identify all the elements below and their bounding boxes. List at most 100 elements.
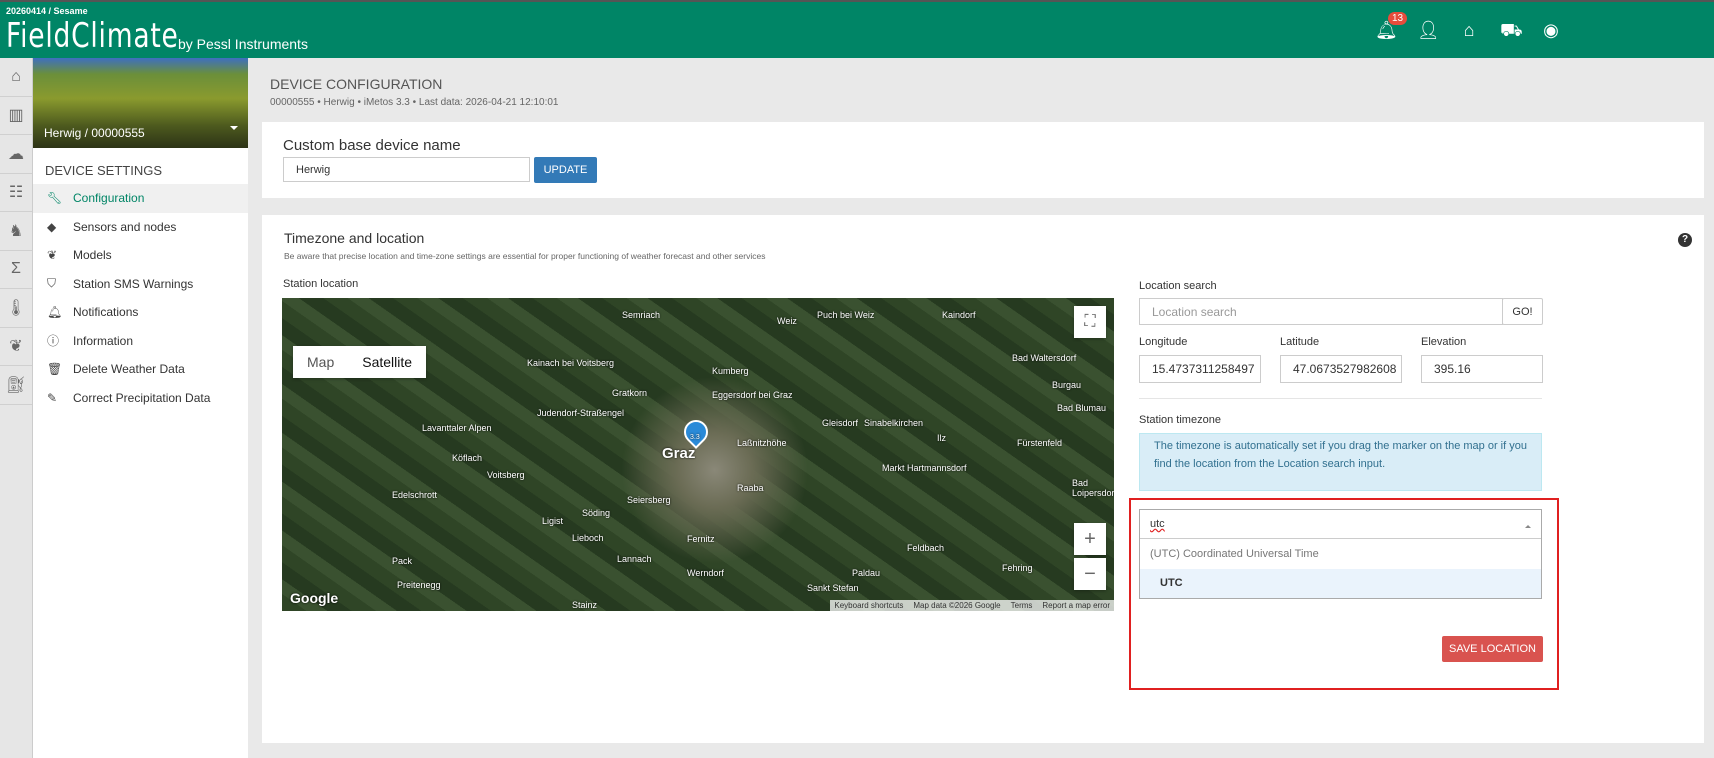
map-place-label: Ilz: [937, 433, 946, 443]
map-place-label: Sankt Stefan: [807, 583, 859, 593]
map-place-label: Lannach: [617, 554, 652, 564]
farm-icon[interactable]: ⌂: [1458, 20, 1480, 42]
help-icon[interactable]: ?: [1678, 233, 1692, 247]
timezone-option-utc[interactable]: UTC: [1140, 569, 1541, 598]
device-name: Herwig / 00000555: [44, 126, 145, 140]
nav-models[interactable]: ❦ Models: [33, 241, 248, 270]
update-button[interactable]: UPDATE: [534, 157, 597, 183]
satellite-tab[interactable]: Satellite: [348, 346, 426, 378]
map-place-label: Burgau: [1052, 380, 1082, 390]
map-place-label: Bad Waltersdorf: [1012, 353, 1077, 363]
longitude-label: Longitude: [1139, 336, 1188, 348]
station-marker[interactable]: [679, 415, 713, 449]
map-place-label: Bad Blumau: [1057, 403, 1107, 413]
latitude-input[interactable]: 47.0673527982608: [1280, 355, 1402, 383]
map-place-label: Seiersberg: [627, 495, 671, 505]
timezone-location-card: Timezone and location Be aware that prec…: [262, 215, 1704, 743]
location-search-input[interactable]: Location search: [1139, 298, 1503, 325]
timezone-label: Station timezone: [1139, 414, 1221, 426]
map-place-label: Kaindorf: [942, 310, 976, 320]
thermometer-icon[interactable]: 🌡︎: [0, 289, 32, 328]
save-location-button[interactable]: SAVE LOCATION: [1442, 636, 1543, 662]
irrigation-icon[interactable]: ⛽︎: [0, 366, 32, 405]
wrench-icon: 🔧︎: [47, 191, 63, 206]
map-place-label: Feldbach: [907, 543, 945, 553]
info-icon: ⓘ: [47, 334, 60, 349]
latitude-label: Latitude: [1280, 336, 1320, 348]
google-logo: Google: [290, 590, 339, 606]
leaf-icon[interactable]: ❦: [0, 328, 32, 366]
home-icon[interactable]: ⌂: [0, 58, 32, 97]
nav-delete-data[interactable]: 🗑︎ Delete Weather Data: [33, 355, 248, 384]
map-place-label: Lavanttaler Alpen: [422, 423, 492, 433]
timezone-search-input[interactable]: utc: [1140, 510, 1541, 539]
map-place-label: Fernitz: [687, 534, 715, 544]
signal-icon[interactable]: ◉: [1540, 20, 1562, 42]
nav-label: Notifications: [73, 305, 139, 320]
nav-label: Delete Weather Data: [73, 362, 185, 377]
map-place-label: Stainz: [572, 600, 598, 610]
map-tab[interactable]: Map: [293, 346, 348, 378]
user-icon[interactable]: 👤︎: [1417, 20, 1440, 42]
trash-icon: 🗑︎: [47, 362, 63, 377]
weather-icon[interactable]: ☁: [0, 135, 32, 174]
map-place-label: Pack: [392, 556, 413, 566]
logo[interactable]: FieldClimate: [6, 16, 179, 56]
nav-notifications[interactable]: 🔔︎ Notifications: [33, 298, 248, 327]
location-search-label: Location search: [1139, 280, 1217, 292]
page-title: DEVICE CONFIGURATION: [270, 76, 443, 92]
nav-label: Station SMS Warnings: [73, 276, 194, 291]
map-place-label: Edelschrott: [392, 490, 438, 500]
map-attribution: Keyboard shortcuts Map data ©2026 Google…: [830, 600, 1114, 611]
icon-rail: ⌂ ▥ ☁ ☷ ♞ Σ 🌡︎ ❦ ⛽︎ ⚙: [0, 58, 1280, 758]
logo-byline: by Pessl Instruments: [178, 36, 308, 52]
keyboard-shortcuts-link[interactable]: Keyboard shortcuts: [834, 601, 903, 610]
nav-configuration[interactable]: 🔧︎ Configuration: [33, 184, 248, 213]
timezone-info-alert: The timezone is automatically set if you…: [1139, 433, 1542, 491]
nav-information[interactable]: ⓘ Information: [33, 327, 248, 356]
nav-correct-precipitation[interactable]: ✎ Correct Precipitation Data: [33, 384, 248, 413]
station-map[interactable]: Map Satellite ⛶ + − 3.3 Google Keyboard …: [282, 298, 1114, 611]
map-place-label: Fürstenfeld: [1017, 438, 1063, 448]
device-sidebar: Herwig / 00000555 DEVICE SETTINGS 🔧︎ Conf…: [33, 58, 248, 758]
map-place-label: Gleisdorf: [822, 418, 859, 428]
pencil-icon: ✎: [47, 390, 58, 405]
report-error-link[interactable]: Report a map error: [1042, 601, 1110, 610]
station-location-label: Station location: [283, 278, 359, 290]
map-place-label: Kainach bei Voitsberg: [527, 358, 615, 368]
map-place-label: Sinabelkirchen: [864, 418, 924, 428]
bell-icon: 🔔︎: [47, 305, 63, 320]
map-place-label: Raaba: [737, 483, 764, 493]
timezone-select[interactable]: utc (UTC) Coordinated Universal Time UTC: [1139, 509, 1542, 599]
crop-icon[interactable]: ☷: [0, 174, 32, 212]
tractor-icon[interactable]: ⛟: [1500, 20, 1523, 42]
fullscreen-icon[interactable]: ⛶: [1074, 306, 1106, 338]
caret-up-icon: [1525, 522, 1531, 528]
go-button[interactable]: GO!: [1502, 298, 1543, 325]
longitude-input[interactable]: 15.4737311258497: [1139, 355, 1261, 383]
shield-icon: ⛉: [47, 276, 57, 291]
map-place-label: Gratkorn: [612, 388, 648, 398]
device-name-input[interactable]: Herwig: [283, 157, 530, 182]
animal-icon[interactable]: ♞: [0, 212, 32, 251]
zoom-in-button[interactable]: +: [1074, 523, 1106, 555]
map-place-label: Paldau: [852, 568, 881, 578]
divider: [1139, 398, 1542, 399]
chart-icon[interactable]: ▥: [0, 97, 32, 135]
map-place-label: Judendorf-Straßengel: [537, 408, 625, 418]
elevation-input[interactable]: 395.16: [1421, 355, 1543, 383]
device-name-card: Custom base device name Herwig UPDATE: [262, 122, 1704, 198]
card-title: Timezone and location: [284, 230, 425, 246]
sum-icon[interactable]: Σ: [0, 251, 32, 289]
card-note: Be aware that precise location and time-…: [284, 251, 766, 261]
map-place-label: Weiz: [777, 316, 797, 326]
nav-sensors[interactable]: ◆ Sensors and nodes: [33, 213, 248, 242]
device-selector[interactable]: Herwig / 00000555: [33, 58, 248, 148]
timezone-query: utc: [1150, 518, 1165, 530]
nav-sms-warnings[interactable]: ⛉ Station SMS Warnings: [33, 270, 248, 299]
map-place-label: Puch bei Weiz: [817, 310, 875, 320]
leaf-icon: ❦: [47, 248, 58, 263]
elevation-label: Elevation: [1421, 336, 1467, 348]
zoom-out-button[interactable]: −: [1074, 558, 1106, 590]
terms-link[interactable]: Terms: [1011, 601, 1033, 610]
